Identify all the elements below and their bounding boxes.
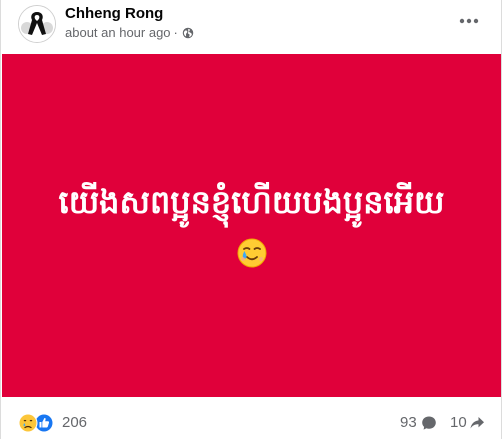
sad-reaction-icon: [18, 413, 38, 433]
avatar[interactable]: [18, 5, 56, 43]
more-options-button[interactable]: [451, 6, 487, 36]
post-image[interactable]: យើងសពប្អូនខ្ញុំហើយបងប្អូនអើយ: [2, 54, 501, 397]
comment-icon[interactable]: [421, 415, 437, 431]
meta-separator: ·: [173, 25, 178, 40]
author-name[interactable]: Chheng Rong: [65, 6, 163, 22]
post-header: Chheng Rong about an hour ago ·: [1, 0, 501, 52]
post-card: Chheng Rong about an hour ago · យើងសពប្អ…: [0, 0, 502, 439]
globe-icon: [182, 27, 194, 39]
reaction-count[interactable]: 206: [62, 414, 87, 432]
post-meta: about an hour ago ·: [65, 25, 194, 41]
post-timestamp[interactable]: about an hour ago: [65, 25, 171, 41]
mourning-ribbon-icon: [19, 6, 55, 42]
share-icon[interactable]: [469, 415, 485, 431]
post-text: យើងសពប្អូនខ្ញុំហើយបងប្អូនអើយ: [58, 183, 445, 221]
post-footer: 206 93 10: [1, 400, 501, 439]
reaction-icons[interactable]: [18, 413, 58, 433]
shares-count[interactable]: 10: [450, 414, 467, 432]
comments-count[interactable]: 93: [400, 414, 417, 432]
more-options-icon: [459, 18, 479, 24]
crying-face-emoji: [237, 238, 267, 268]
